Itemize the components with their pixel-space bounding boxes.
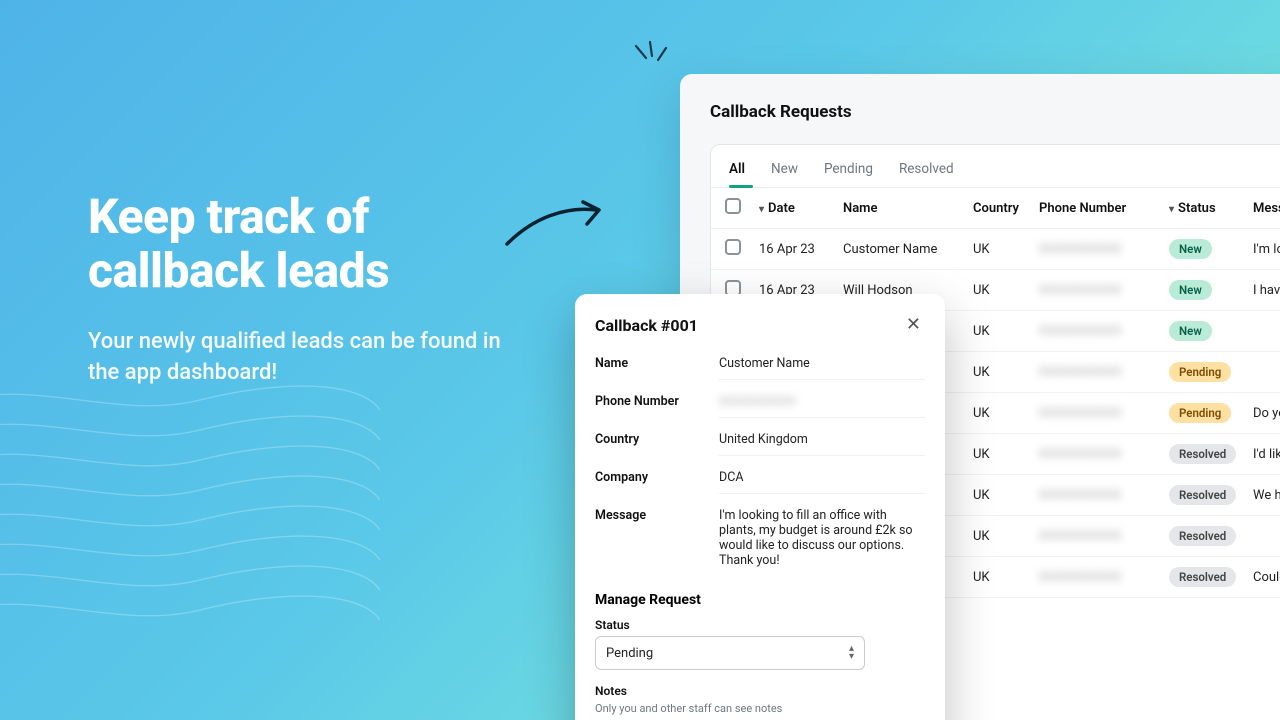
cell-status: Resolved [1169,567,1253,587]
cell-country: UK [973,488,1039,503]
tabs: All New Pending Resolved [711,145,1280,188]
cell-status: New [1169,280,1253,300]
hero-title: Keep track of callback leads [88,190,528,298]
hero-subtitle: Your newly qualified leads can be found … [88,326,528,390]
col-message[interactable]: Messa [1253,201,1280,216]
cell-phone: 0000000000 [1039,242,1169,257]
cell-phone: 0000000000 [1039,283,1169,298]
cell-status: Resolved [1169,485,1253,505]
detail-fields: Name Customer Name Phone Number 00000000… [595,352,925,576]
cell-phone: 0000000000 [1039,529,1169,544]
cell-status: New [1169,239,1253,259]
cell-message: I'd like t [1253,447,1280,462]
tab-new[interactable]: New [771,161,798,187]
cell-country: UK [973,283,1039,298]
field-message-value: I'm looking to fill an office with plant… [719,504,925,576]
col-date[interactable]: Date [759,201,843,216]
table-header: Date Name Country Phone Number Status Me… [711,188,1280,229]
cell-status: Resolved [1169,526,1253,546]
manage-request-section: Manage Request Status Pending ▴▾ Notes O… [595,592,925,720]
col-country[interactable]: Country [973,201,1039,216]
field-country-label: Country [595,428,705,456]
select-arrows-icon: ▴▾ [849,645,854,661]
row-checkbox[interactable] [725,239,741,255]
cell-message: Do you [1253,406,1280,421]
cell-message: I have a [1253,283,1280,298]
cell-phone: 0000000000 [1039,488,1169,503]
field-company-value: DCA [719,466,925,494]
field-name-value: Customer Name [719,352,925,380]
cell-phone: 0000000000 [1039,324,1169,339]
cell-country: UK [973,570,1039,585]
cell-name: Customer Name [843,242,973,257]
field-country-value: United Kingdom [719,428,925,456]
cell-country: UK [973,447,1039,462]
cell-message: We hav [1253,488,1280,503]
status-select-value: Pending [606,646,653,661]
tab-resolved[interactable]: Resolved [899,161,954,187]
col-name[interactable]: Name [843,201,973,216]
notes-label: Notes [595,684,925,698]
tab-pending[interactable]: Pending [824,161,873,187]
field-company-label: Company [595,466,705,494]
cell-country: UK [973,406,1039,421]
cell-status: Resolved [1169,444,1253,464]
manage-heading: Manage Request [595,592,925,608]
cell-country: UK [973,365,1039,380]
cell-phone: 0000000000 [1039,406,1169,421]
cell-status: New [1169,321,1253,341]
dashboard-title: Callback Requests [710,102,1280,122]
field-phone-value: 0000000000 [719,390,925,418]
cell-phone: 0000000000 [1039,447,1169,462]
cell-date: 16 Apr 23 [759,242,843,257]
cell-phone: 0000000000 [1039,365,1169,380]
cell-country: UK [973,324,1039,339]
cell-status: Pending [1169,362,1253,382]
status-label: Status [595,618,925,632]
cell-message: I'm look [1253,242,1280,257]
callback-detail-modal: Callback #001 ✕ Name Customer Name Phone… [575,294,945,720]
status-select[interactable]: Pending ▴▾ [595,636,865,670]
decorative-waves [0,380,380,680]
notes-hint: Only you and other staff can see notes [595,702,925,715]
cell-message: Could s [1253,570,1280,585]
field-phone-label: Phone Number [595,390,705,418]
col-status[interactable]: Status [1169,201,1253,216]
cell-country: UK [973,529,1039,544]
modal-title: Callback #001 [595,316,698,335]
field-name-label: Name [595,352,705,380]
spark-icon [628,40,672,80]
cell-phone: 0000000000 [1039,570,1169,585]
tab-all[interactable]: All [729,161,745,187]
col-phone[interactable]: Phone Number [1039,201,1169,216]
field-message-label: Message [595,504,705,576]
close-icon[interactable]: ✕ [902,312,925,338]
cell-country: UK [973,242,1039,257]
hero: Keep track of callback leads Your newly … [88,190,528,389]
select-all-checkbox[interactable] [725,198,741,214]
cell-status: Pending [1169,403,1253,423]
table-row[interactable]: 16 Apr 23Customer NameUK0000000000NewI'm… [711,229,1280,270]
